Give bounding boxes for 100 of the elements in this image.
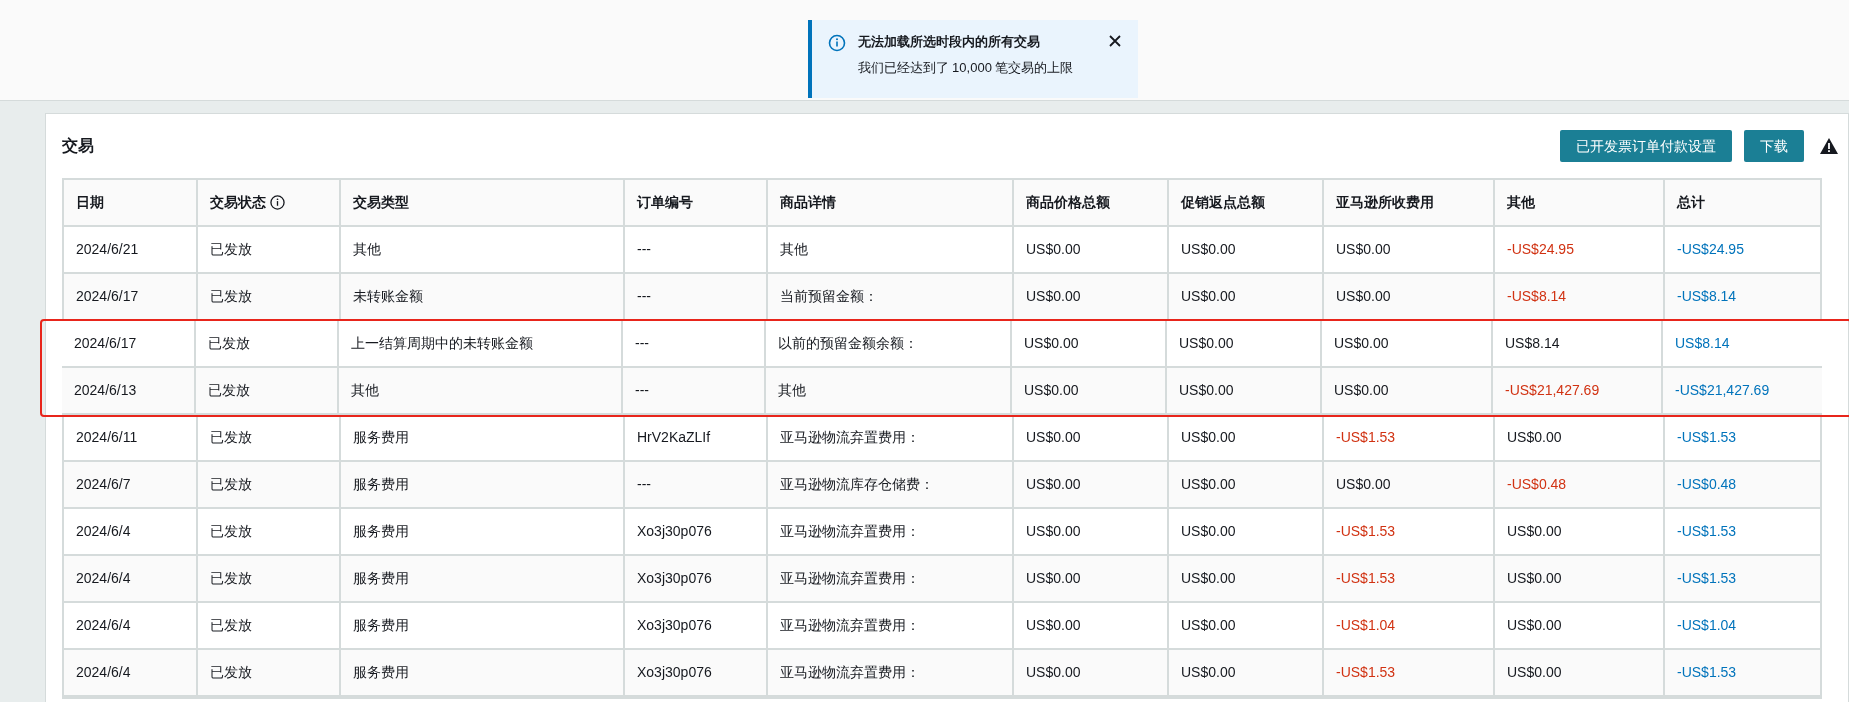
table-cell-text: US$0.00: [1181, 475, 1236, 494]
table-cell-text: US$0.00: [1181, 569, 1236, 588]
table-cell-text: 2024/6/13: [74, 381, 137, 400]
table-cell-text: US$0.00: [1507, 428, 1562, 447]
table-cell-text: 已发放: [210, 663, 252, 682]
table-cell-text: US$0.00: [1336, 287, 1391, 306]
table-cell-text: -US$8.14: [1507, 287, 1567, 306]
table-cell-text: 其他: [353, 240, 381, 259]
table-cell-text: Xo3j30p076: [637, 616, 712, 635]
table-cell-text: US$0.00: [1026, 663, 1081, 682]
table-cell-text: US$0.00: [1179, 334, 1234, 353]
panel-title: 交易: [62, 136, 95, 156]
table-cell-text: 已发放: [208, 381, 250, 400]
table-cell-text: ---: [637, 287, 651, 306]
table-cell-text: 服务费用: [353, 522, 409, 541]
total-link[interactable]: -US$1.53: [1677, 521, 1737, 542]
table-cell-text: ---: [635, 334, 649, 353]
table-cell-text: ---: [637, 240, 651, 259]
table-cell-text: 其他: [780, 240, 808, 259]
panel-button[interactable]: 下载: [1744, 130, 1804, 162]
column-header: 交易类型: [353, 193, 409, 212]
table-cell-text: 上一结算周期中的未转账金额: [351, 334, 533, 353]
total-link[interactable]: US$8.14: [1675, 333, 1730, 354]
table-cell-text: -US$24.95: [1507, 240, 1574, 259]
total-link[interactable]: -US$21,427.69: [1675, 380, 1770, 401]
table-cell-text: 服务费用: [353, 663, 409, 682]
total-link[interactable]: -US$24.95: [1677, 239, 1744, 260]
table-cell-text: -US$1.53: [1336, 428, 1396, 447]
total-link[interactable]: -US$1.53: [1677, 427, 1737, 448]
table-cell-text: 服务费用: [353, 475, 409, 494]
table-cell-text: 未转账金额: [353, 287, 423, 306]
column-header: 促销返点总额: [1181, 193, 1265, 212]
table-cell-text: 服务费用: [353, 428, 409, 447]
table-cell-text: 亚马逊物流弃置费用：: [780, 428, 920, 447]
table-cell-text: -US$1.04: [1336, 616, 1396, 635]
table-cell-text: US$0.00: [1336, 475, 1391, 494]
table-cell-text: 服务费用: [353, 569, 409, 588]
table-cell-text: US$0.00: [1026, 616, 1081, 635]
table-cell-text: US$0.00: [1181, 663, 1236, 682]
table-cell-text: 亚马逊物流弃置费用：: [780, 522, 920, 541]
table-cell-text: US$0.00: [1026, 569, 1081, 588]
table-cell-text: US$0.00: [1026, 240, 1081, 259]
table-cell-text: HrV2KaZLIf: [637, 428, 711, 447]
table-cell-text: US$0.00: [1507, 569, 1562, 588]
column-header: 亚马逊所收费用: [1336, 193, 1434, 212]
table-cell-text: US$0.00: [1181, 287, 1236, 306]
table-cell-text: 已发放: [210, 240, 252, 259]
table-cell-text: US$0.00: [1024, 381, 1079, 400]
table-cell-text: 已发放: [210, 428, 252, 447]
table-cell-text: US$0.00: [1334, 381, 1389, 400]
warning-icon: [1820, 138, 1838, 154]
table-cell-text: US$0.00: [1181, 428, 1236, 447]
notice-message: 我们已经达到了 10,000 笔交易的上限: [857, 58, 1075, 77]
table-cell-text: 已发放: [208, 334, 250, 353]
table-cell-text: US$0.00: [1334, 334, 1389, 353]
total-link[interactable]: -US$0.48: [1677, 474, 1737, 495]
table-cell-text: US$8.14: [1505, 334, 1560, 353]
total-link[interactable]: -US$1.53: [1677, 662, 1737, 683]
total-link[interactable]: -US$1.04: [1677, 615, 1737, 636]
table-cell-text: 2024/6/4: [76, 663, 131, 682]
table-cell-text: US$0.00: [1507, 663, 1562, 682]
table-cell-text: -US$1.53: [1336, 522, 1396, 541]
close-icon: [1107, 34, 1122, 48]
table-cell-text: 已发放: [210, 287, 252, 306]
table-cell-text: US$0.00: [1181, 522, 1236, 541]
table-cell-text: Xo3j30p076: [637, 569, 712, 588]
info-icon: [270, 195, 285, 210]
table-cell-text: 2024/6/17: [74, 334, 137, 353]
table-cell-text: US$0.00: [1336, 240, 1391, 259]
table-cell-text: Xo3j30p076: [637, 663, 712, 682]
table-cell-text: ---: [637, 475, 651, 494]
total-link[interactable]: -US$1.53: [1677, 568, 1737, 589]
table-cell-text: 2024/6/4: [76, 522, 131, 541]
total-link[interactable]: -US$8.14: [1677, 286, 1737, 307]
table-cell-text: US$0.00: [1179, 381, 1234, 400]
close-button[interactable]: [1107, 34, 1122, 48]
notice-title: 无法加载所选时段内的所有交易: [857, 33, 1041, 51]
column-header: 订单编号: [637, 193, 693, 212]
table-cell-text: -US$1.53: [1336, 569, 1396, 588]
table-cell-text: US$0.00: [1026, 522, 1081, 541]
table-cell-text: 2024/6/4: [76, 616, 131, 635]
table-cell-text: US$0.00: [1026, 287, 1081, 306]
table-cell-text: 亚马逊物流弃置费用：: [780, 569, 920, 588]
table-cell-text: 已发放: [210, 569, 252, 588]
table-cell-text: 2024/6/7: [76, 475, 131, 494]
info-icon: [827, 34, 846, 52]
table-cell-text: US$0.00: [1507, 616, 1562, 635]
table-cell-text: US$0.00: [1507, 522, 1562, 541]
table-cell-text: 其他: [778, 381, 806, 400]
table-cell-text: -US$21,427.69: [1505, 381, 1600, 400]
table-cell-text: 服务费用: [353, 616, 409, 635]
table-cell-text: 其他: [351, 381, 379, 400]
table-cell-text: -US$1.53: [1336, 663, 1396, 682]
table-cell-text: 已发放: [210, 475, 252, 494]
table-cell-text: 亚马逊物流弃置费用：: [780, 663, 920, 682]
table-cell-text: 以前的预留金额余额：: [778, 334, 918, 353]
table-cell-text: 2024/6/11: [76, 428, 138, 447]
table-cell-text: Xo3j30p076: [637, 522, 712, 541]
table-cell-text: 已发放: [210, 522, 252, 541]
panel-button[interactable]: 已开发票订单付款设置: [1560, 130, 1732, 162]
